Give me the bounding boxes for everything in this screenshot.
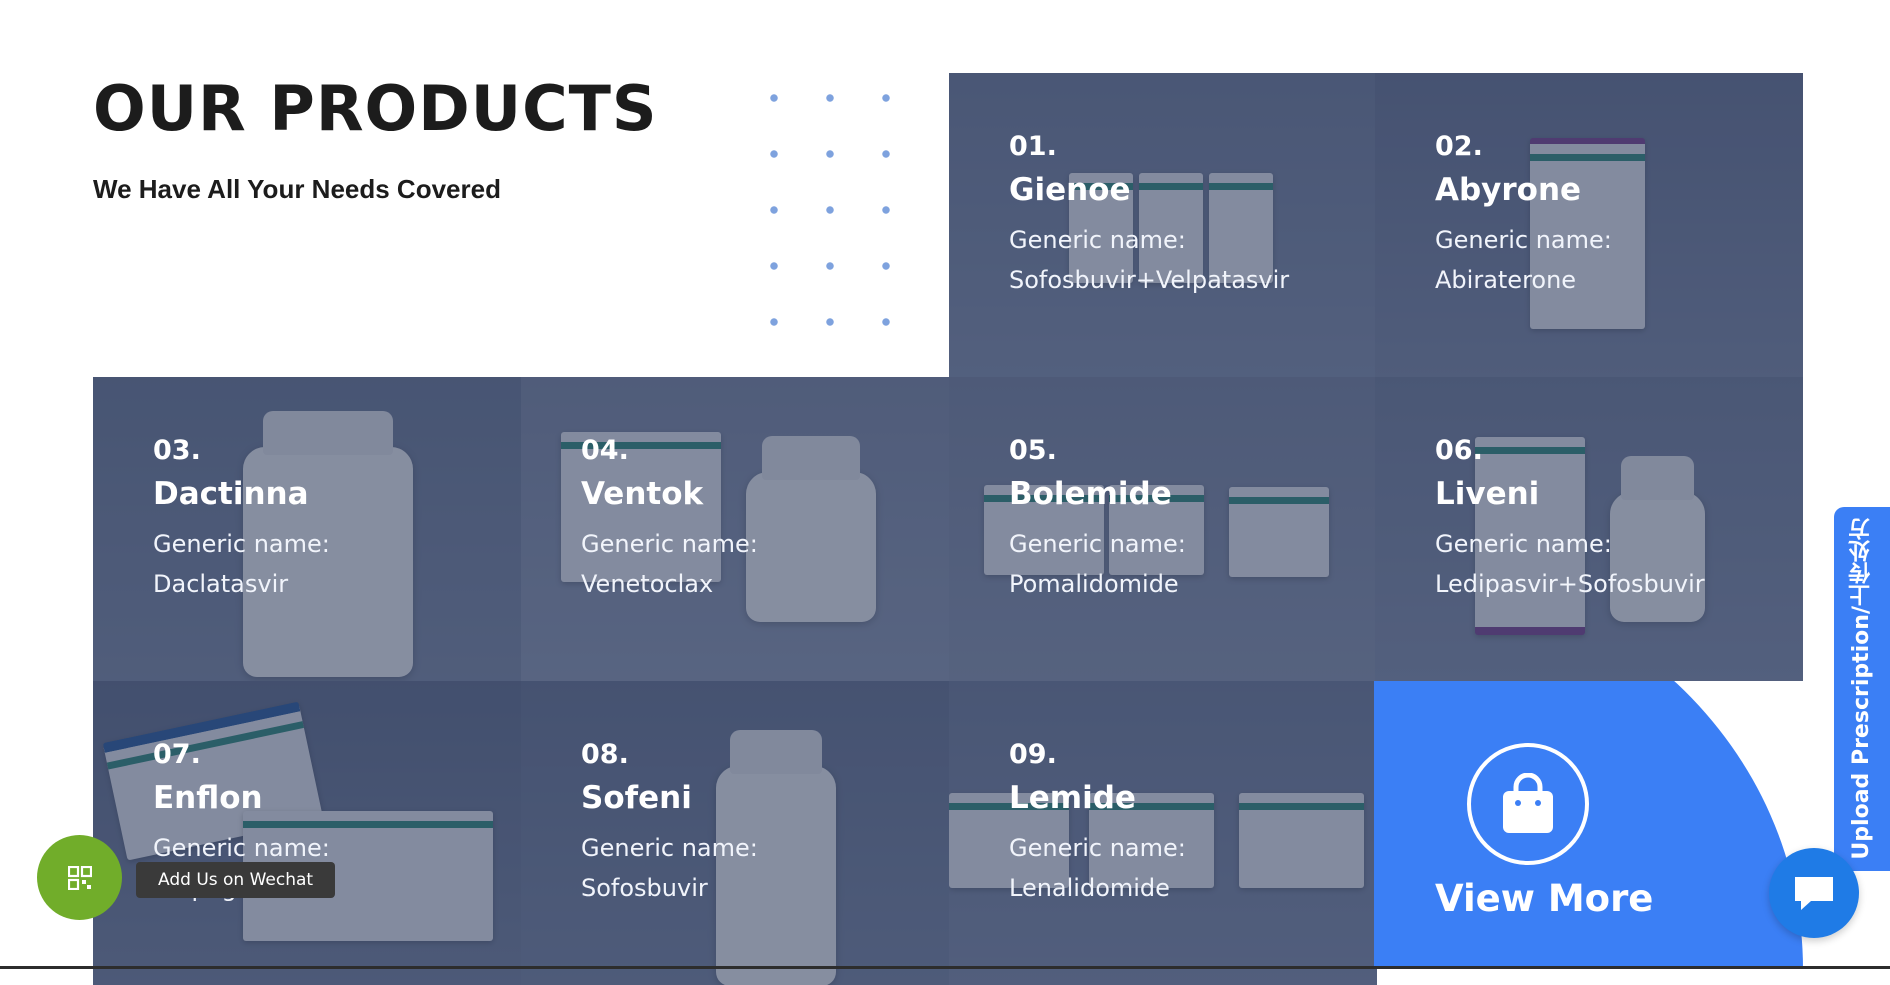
product-number: 04. [581, 435, 629, 466]
product-name: Liveni [1435, 476, 1540, 512]
generic-name-label: Generic name: [1009, 834, 1186, 862]
wechat-button[interactable] [37, 835, 122, 920]
qr-code-icon [67, 865, 92, 890]
generic-name-label: Generic name: [1009, 226, 1186, 254]
generic-name-label: Generic name: [581, 834, 758, 862]
product-number: 03. [153, 435, 201, 466]
product-card-ventok[interactable]: 04. Ventok Generic name: Venetoclax [521, 377, 949, 681]
product-number: 06. [1435, 435, 1483, 466]
generic-name-value: Daclatasvir [153, 570, 289, 598]
product-name: Bolemide [1009, 476, 1172, 512]
product-card-gienoe[interactable]: 01. Gienoe Generic name: Sofosbuvir+Velp… [949, 73, 1377, 377]
generic-name-value: Sofosbuvir+Velpatasvir [1009, 266, 1290, 294]
generic-name-label: Generic name: [1435, 530, 1612, 558]
generic-name-value: Ledipasvir+Sofosbuvir [1435, 570, 1705, 598]
product-name: Ventok [581, 476, 704, 512]
generic-name-label: Generic name: [153, 530, 330, 558]
shopping-bag-icon [1503, 773, 1553, 833]
generic-name-value: Venetoclax [581, 570, 714, 598]
product-card-bolemide[interactable]: 05. Bolemide Generic name: Pomalidomide [949, 377, 1377, 681]
generic-name-value: Pomalidomide [1009, 570, 1179, 598]
product-card-abyrone[interactable]: 02. Abyrone Generic name: Abiraterone [1375, 73, 1803, 377]
product-card-sofeni[interactable]: 08. Sofeni Generic name: Sofosbuvir [521, 681, 949, 985]
chat-bubble-icon [1795, 877, 1833, 910]
chat-button[interactable] [1769, 848, 1859, 938]
product-number: 08. [581, 739, 629, 770]
product-number: 07. [153, 739, 201, 770]
product-card-enflon[interactable]: 07. Enflon Generic name: Empagliflozin [93, 681, 521, 985]
generic-name-label: Generic name: [581, 530, 758, 558]
product-number: 05. [1009, 435, 1057, 466]
generic-name-label: Generic name: [1435, 226, 1612, 254]
generic-name-value: Lenalidomide [1009, 874, 1170, 902]
generic-name-value: Sofosbuvir [581, 874, 708, 902]
product-number: 09. [1009, 739, 1057, 770]
view-more-label: View More [1435, 877, 1654, 920]
product-name: Enflon [153, 780, 263, 816]
product-number: 02. [1435, 131, 1483, 162]
product-name: Dactinna [153, 476, 309, 512]
upload-prescription-label: Upload Prescription/上传处方 [1849, 518, 1874, 860]
product-name: Lemide [1009, 780, 1136, 816]
product-name: Sofeni [581, 780, 692, 816]
generic-name-value: Abiraterone [1435, 266, 1577, 294]
product-number: 01. [1009, 131, 1057, 162]
generic-name-label: Generic name: [1009, 530, 1186, 558]
product-card-lemide[interactable]: 09. Lemide Generic name: Lenalidomide [949, 681, 1377, 985]
view-more-button[interactable]: View More [1374, 681, 1803, 969]
product-grid: 01. Gienoe Generic name: Sofosbuvir+Velp… [93, 73, 1803, 985]
wechat-tooltip: Add Us on Wechat [136, 862, 336, 898]
upload-prescription-tab[interactable]: Upload Prescription/上传处方 [1834, 507, 1890, 871]
product-name: Abyrone [1435, 172, 1582, 208]
product-name: Gienoe [1009, 172, 1131, 208]
product-card-liveni[interactable]: 06. Liveni Generic name: Ledipasvir+Sofo… [1375, 377, 1803, 681]
view-more-circle [1467, 743, 1589, 865]
product-card-dactinna[interactable]: 03. Dactinna Generic name: Daclatasvir [93, 377, 521, 681]
